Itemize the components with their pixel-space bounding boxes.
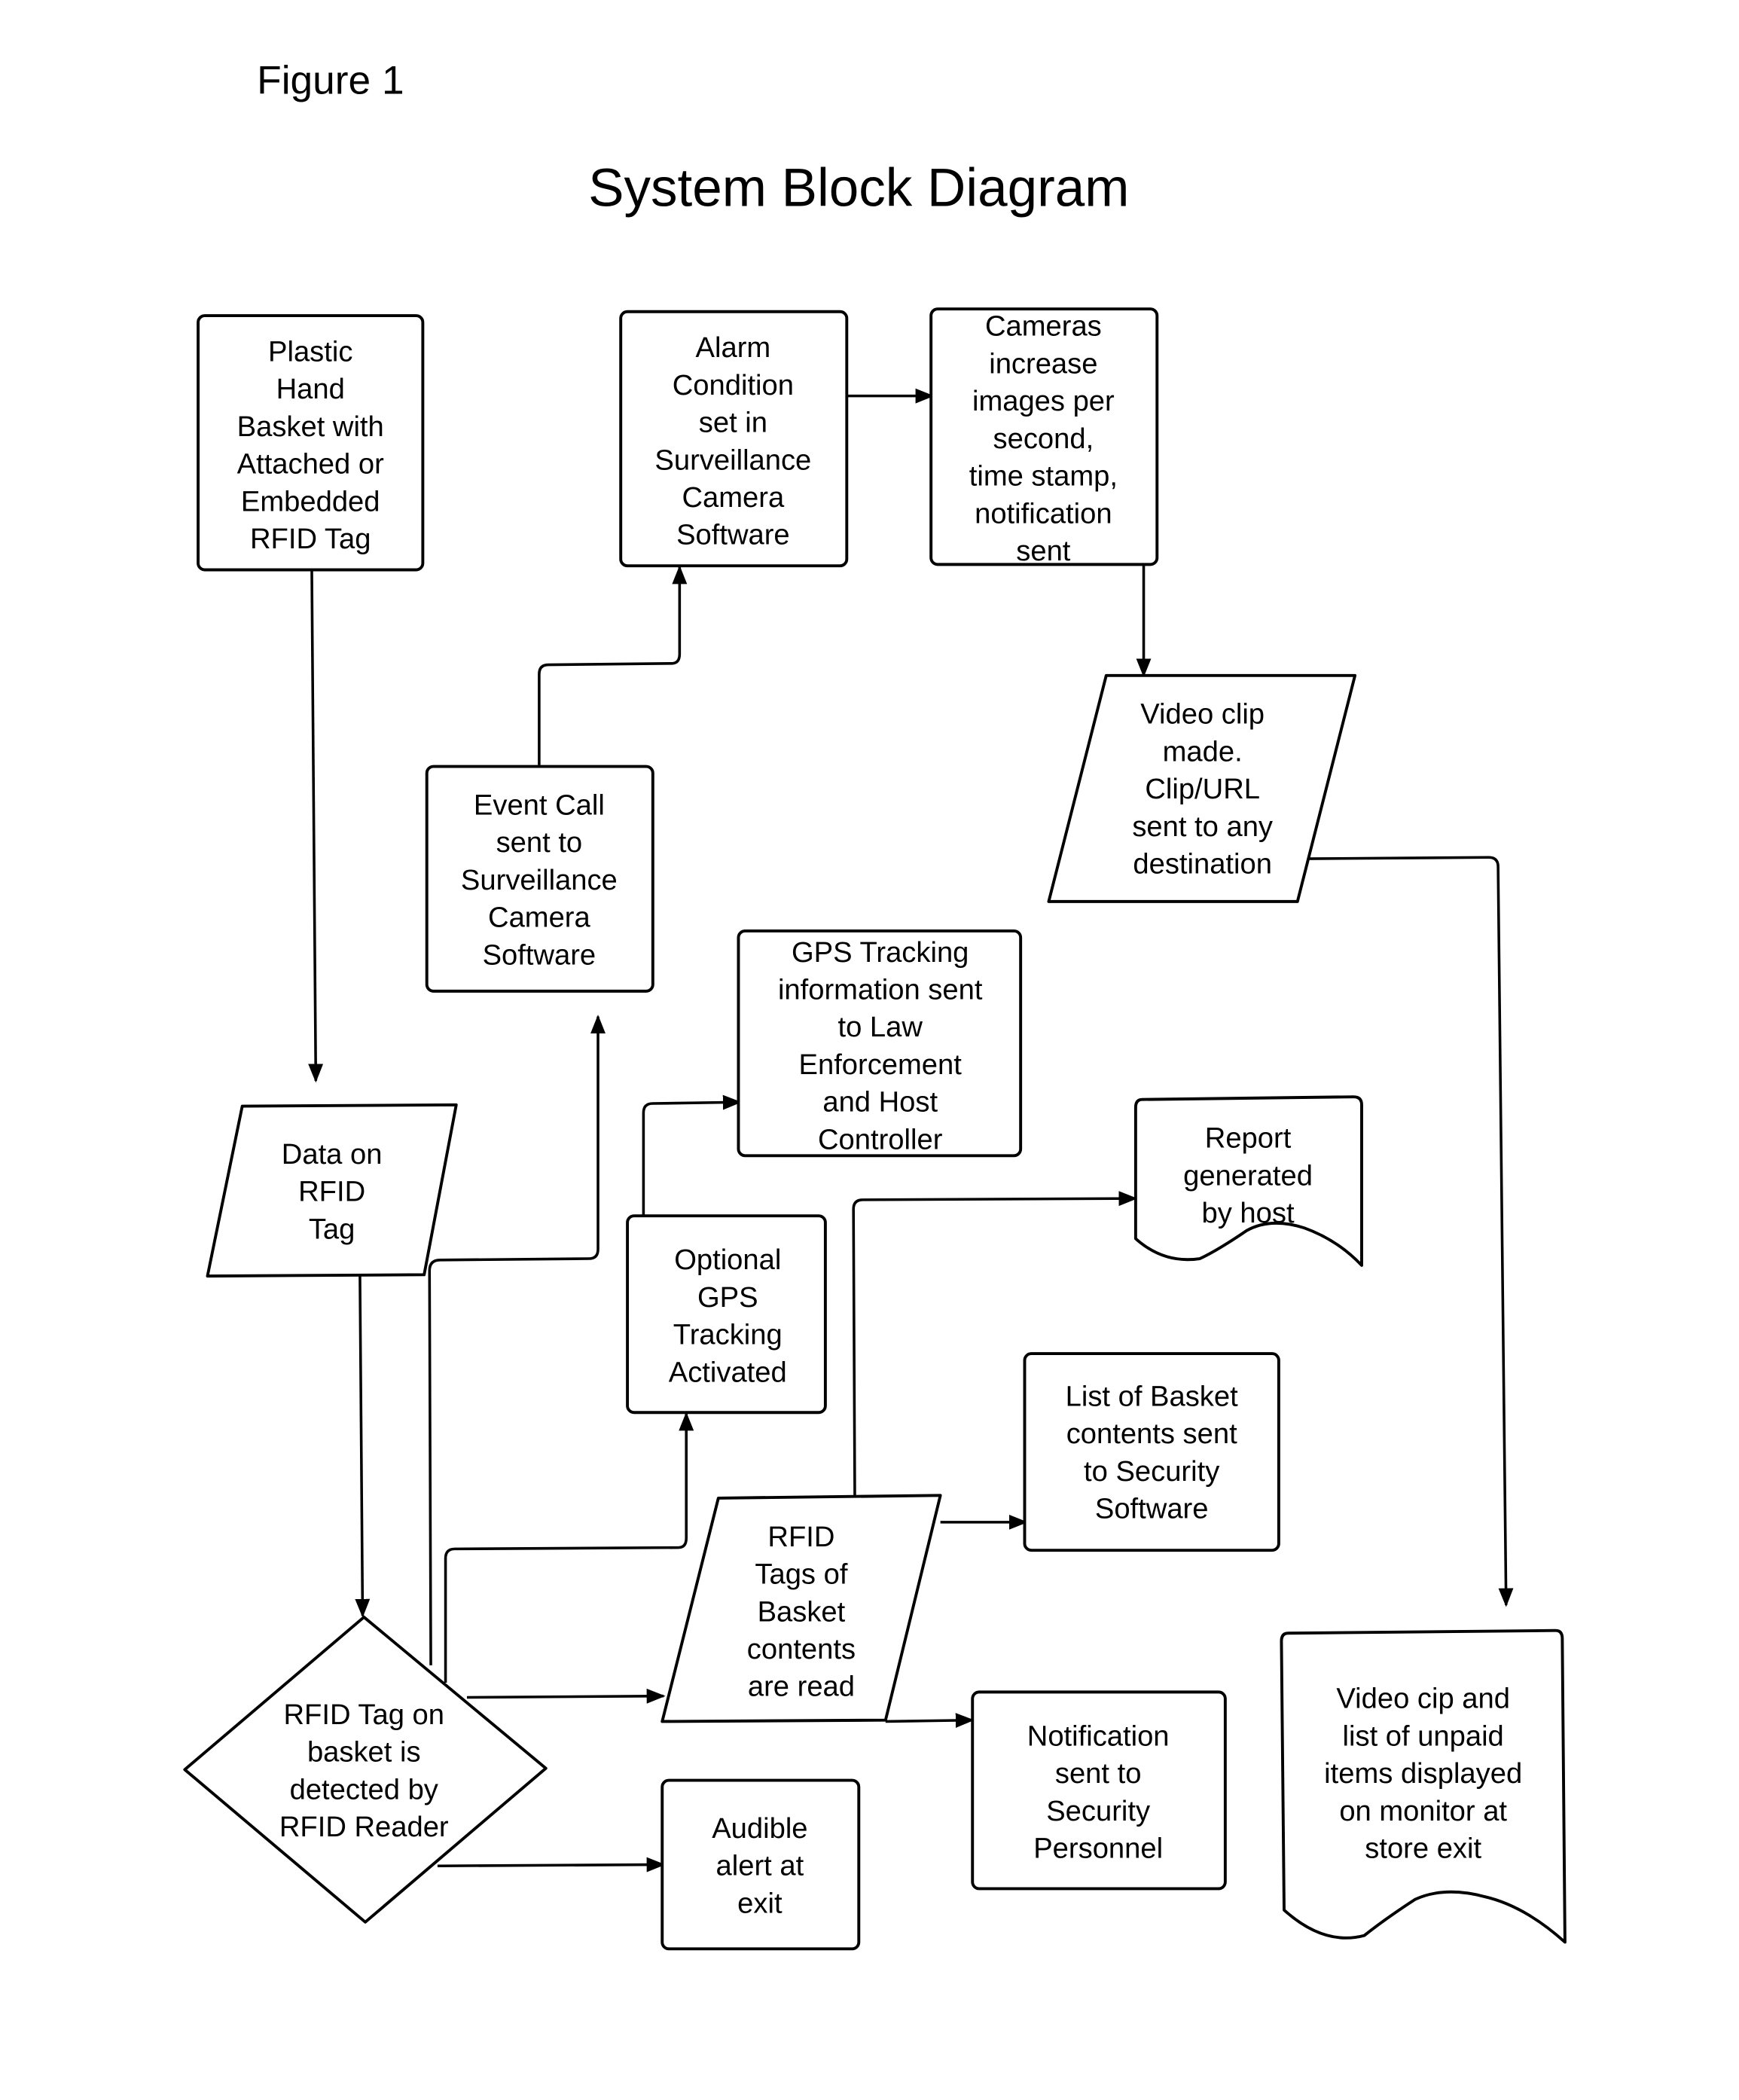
label-line: sent to any [1132, 810, 1273, 843]
node-alarm: Alarm Condition set in Surveillance Camera So… [619, 310, 849, 568]
label-line: to Security [1084, 1455, 1219, 1488]
label-line: images per [972, 385, 1115, 417]
label-line: Surveillance [654, 444, 811, 476]
label-line: Software [676, 519, 790, 551]
label-line: Personnel [1033, 1833, 1163, 1865]
node-data-on-tag: Data on RFID Tag [206, 1103, 458, 1278]
node-cameras: Cameras increase images per second, time sta… [929, 307, 1159, 567]
label-line: exit [737, 1887, 783, 1919]
label-line: Camera [488, 902, 590, 934]
label-line: GPS Tracking [792, 936, 969, 969]
label-line: Hand [276, 373, 345, 405]
label-line: destination [1133, 848, 1272, 881]
label-line: Camera [682, 481, 785, 514]
label-line: time stamp, [969, 460, 1118, 493]
label-line: Embedded [241, 485, 380, 517]
label-line: increase [989, 347, 1097, 380]
node-video-clip-label: Video clip made. Clip/URL sent to any destin… [1132, 698, 1273, 881]
label-line: information sent [778, 974, 983, 1006]
label-line: contents sent [1066, 1418, 1237, 1450]
label-line: RFID [298, 1176, 365, 1208]
label-line: made. [1163, 735, 1243, 768]
node-audible: Audible alert at exit [661, 1778, 861, 1951]
label-line: Optional [674, 1244, 781, 1276]
label-line: sent to [1055, 1757, 1142, 1790]
label-line: Tracking [673, 1319, 783, 1351]
label-line: and Host [822, 1086, 938, 1119]
label-line: Data on [282, 1138, 383, 1171]
label-line: Tags of [755, 1558, 847, 1591]
label-line: alert at [716, 1850, 804, 1882]
node-notification: Notification sent to Security Personnel [971, 1690, 1227, 1891]
label-line: Video cip and [1336, 1683, 1510, 1715]
label-line: RFID [767, 1521, 834, 1553]
node-basket: Plastic Hand Basket with Attached or Embedde… [197, 314, 425, 572]
label-line: RFID Tag on [283, 1699, 444, 1731]
node-report: Report generated by host [1133, 1095, 1363, 1267]
node-event-call: Event Call sent to Surveillance Camera Softw… [425, 765, 654, 993]
edge-detected-to-optional-gps [444, 1412, 694, 1683]
label-line: List of Basket [1066, 1380, 1238, 1412]
label-line: Controller [818, 1123, 943, 1155]
label-line: sent [1016, 535, 1071, 567]
label-line: contents [747, 1633, 856, 1665]
node-list-basket: List of Basket contents sent to Security So… [1023, 1352, 1280, 1552]
label-line: Activated [669, 1356, 787, 1388]
system-block-diagram: Figure 1 System Block Diagram Plastic Han… [183, 58, 1567, 1951]
label-line: generated [1183, 1159, 1313, 1192]
label-line: RFID Tag [250, 523, 371, 555]
figure-label: Figure 1 [257, 58, 404, 102]
label-line: Basket [758, 1595, 846, 1628]
label-line: basket is [307, 1736, 421, 1769]
node-event-call-label: Event Call sent to Surveillance Camera Softw… [461, 789, 618, 971]
label-line: Alarm [696, 331, 771, 364]
edge-basket-to-data-on-tag [308, 571, 324, 1083]
label-line: Clip/URL [1145, 773, 1260, 805]
label-line: Security [1046, 1795, 1150, 1827]
label-line: Basket with [237, 411, 384, 443]
node-video-clip: Video clip made. Clip/URL sent to any destin… [1047, 673, 1357, 903]
label-line: on monitor at [1339, 1795, 1507, 1827]
node-detected: RFID Tag on basket is detected by RFID Read… [183, 1615, 548, 1924]
label-line: are read [748, 1671, 855, 1703]
edge-detected-to-rfid-contents [466, 1688, 666, 1704]
label-line: Report [1205, 1122, 1292, 1155]
label-line: sent to [496, 826, 583, 859]
label-line: set in [699, 407, 767, 439]
label-line: Software [1095, 1493, 1209, 1525]
edge-rfid-contents-to-notification [885, 1713, 975, 1728]
edge-optional-gps-to-gps-info [642, 1094, 742, 1216]
node-optional-gps: Optional GPS Tracking Activated [626, 1214, 827, 1415]
label-line: Cameras [985, 310, 1102, 343]
label-line: Audible [712, 1812, 807, 1845]
node-rfid-contents: RFID Tags of Basket contents are read [661, 1494, 942, 1723]
label-line: second, [993, 423, 1094, 455]
diagram-title: System Block Diagram [588, 158, 1129, 218]
edge-data-on-tag-to-detected [355, 1276, 371, 1618]
label-line: Plastic [268, 335, 352, 368]
label-line: Software [483, 939, 596, 971]
label-line: RFID Reader [279, 1811, 449, 1843]
label-line: list of unpaid [1343, 1720, 1504, 1752]
edge-event-call-to-alarm [538, 565, 688, 765]
label-line: by host [1202, 1197, 1295, 1229]
label-line: Video clip [1140, 698, 1265, 731]
node-monitor: Video cip and list of unpaid items display… [1280, 1628, 1567, 1944]
label-line: store exit [1365, 1833, 1481, 1865]
label-line: Event Call [474, 789, 605, 821]
label-line: items displayed [1324, 1757, 1522, 1790]
label-line: notification [975, 497, 1112, 530]
label-line: Notification [1027, 1720, 1170, 1752]
label-line: detected by [290, 1773, 438, 1805]
label-line: Condition [673, 369, 794, 401]
label-line: GPS [697, 1281, 758, 1314]
label-line: Attached or [237, 448, 384, 481]
node-gps-info: GPS Tracking information sent to Law Enforc… [737, 929, 1023, 1158]
label-line: Tag [309, 1213, 355, 1245]
label-line: Enforcement [799, 1048, 963, 1081]
node-detected-shape [183, 1615, 548, 1924]
label-line: to Law [837, 1011, 923, 1043]
edge-detected-to-audible [437, 1857, 666, 1873]
label-line: Surveillance [461, 864, 618, 896]
